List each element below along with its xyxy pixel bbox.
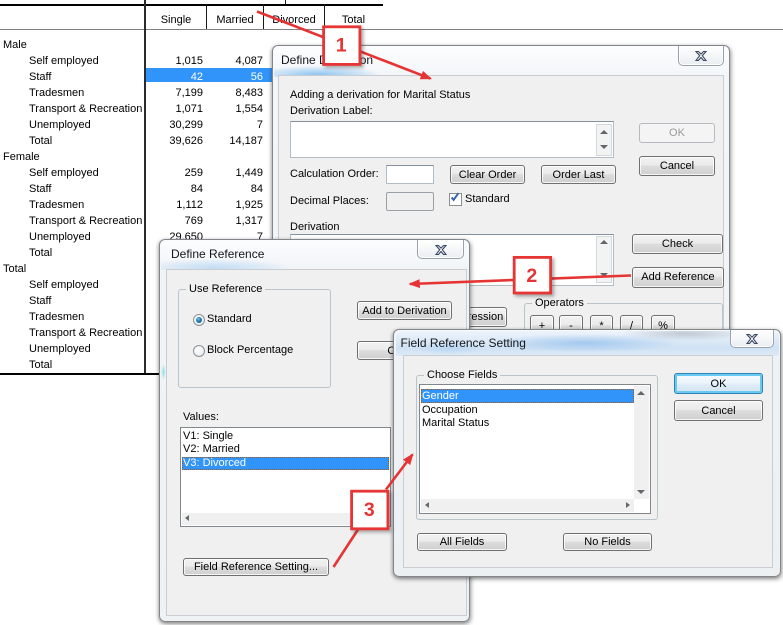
svg-text:2: 2 — [526, 265, 537, 287]
svg-text:1: 1 — [336, 35, 347, 57]
svg-text:3: 3 — [364, 499, 375, 521]
